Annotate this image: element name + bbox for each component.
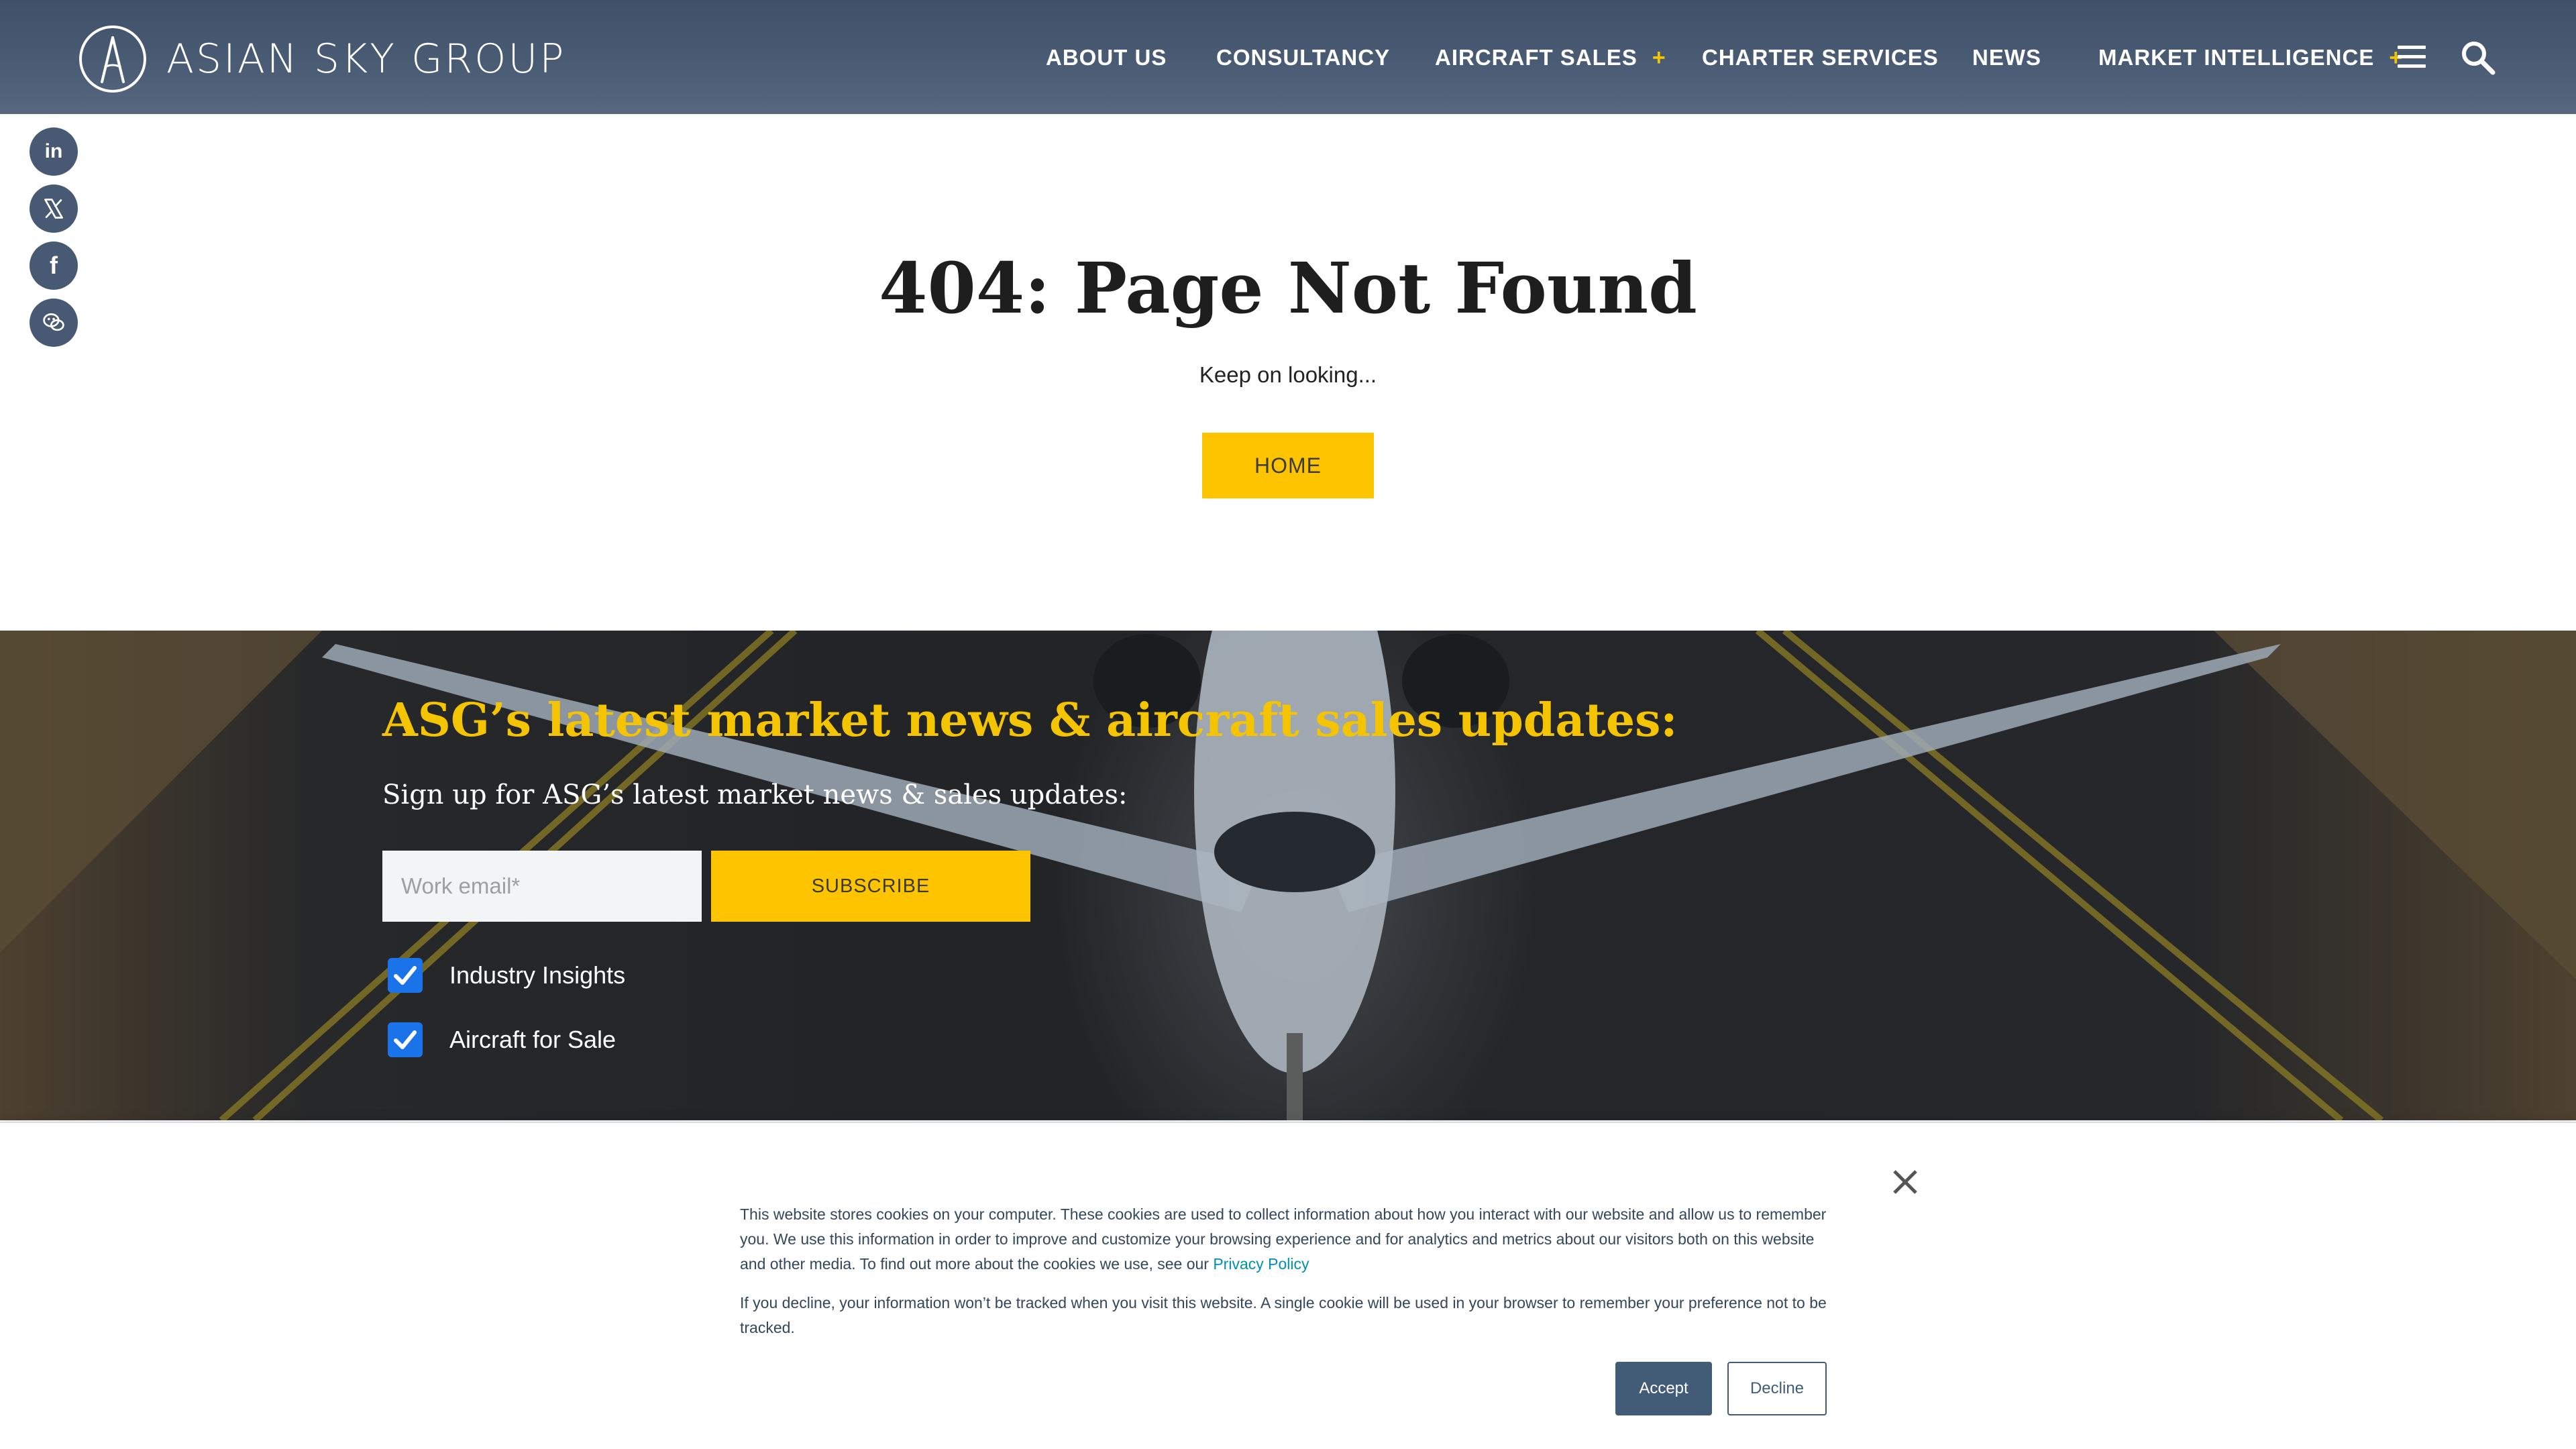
page-title: 404: Page Not Found bbox=[879, 247, 1697, 329]
industry-insights-label: Industry Insights bbox=[449, 961, 626, 989]
decline-cookies-button[interactable]: Decline bbox=[1727, 1362, 1827, 1415]
checkmark-icon bbox=[394, 1030, 417, 1049]
hamburger-menu-icon[interactable] bbox=[2398, 46, 2426, 68]
nav-aircraft-sales-label: AIRCRAFT SALES bbox=[1435, 45, 1638, 70]
page-subtitle: Keep on looking... bbox=[1199, 362, 1377, 387]
linkedin-glyph: in bbox=[44, 140, 63, 162]
cookie-decline-notice: If you decline, your information won’t b… bbox=[740, 1294, 1827, 1336]
aircraft-for-sale-checkbox[interactable] bbox=[388, 1022, 423, 1057]
newsletter-section: ASG’s latest market news & aircraft sale… bbox=[0, 631, 2576, 1120]
nav-market-intelligence-label: MARKET INTELLIGENCE bbox=[2098, 45, 2375, 70]
close-icon[interactable] bbox=[1889, 1166, 1921, 1198]
cookie-consent-banner: This website stores cookies on your comp… bbox=[0, 1122, 2576, 1449]
privacy-policy-link[interactable]: Privacy Policy bbox=[1213, 1255, 1309, 1273]
aircraft-for-sale-label: Aircraft for Sale bbox=[449, 1026, 616, 1053]
nav-about-us[interactable]: ABOUT US bbox=[1046, 42, 1167, 74]
checkmark-icon bbox=[394, 966, 417, 985]
nav-consultancy[interactable]: CONSULTANCY bbox=[1216, 42, 1390, 74]
home-button[interactable]: HOME bbox=[1202, 433, 1374, 498]
industry-insights-checkbox[interactable] bbox=[388, 958, 423, 993]
newsletter-subheading: Sign up for ASG’s latest market news & s… bbox=[382, 780, 1128, 810]
site-header: ASIAN SKY GROUP ABOUT US CONSULTANCY AIR… bbox=[0, 0, 2576, 114]
accept-cookies-button[interactable]: Accept bbox=[1615, 1362, 1712, 1415]
aircraft-for-sale-option[interactable]: Aircraft for Sale bbox=[388, 1021, 616, 1059]
cookie-notice-text: This website stores cookies on your comp… bbox=[740, 1202, 1827, 1277]
nav-market-intelligence[interactable]: MARKET INTELLIGENCE + bbox=[2098, 42, 2403, 74]
newsletter-heading: ASG’s latest market news & aircraft sale… bbox=[382, 694, 1678, 747]
work-email-input[interactable] bbox=[382, 851, 702, 922]
nav-aircraft-sales[interactable]: AIRCRAFT SALES + bbox=[1435, 42, 1666, 74]
nav-charter-services[interactable]: CHARTER SERVICES bbox=[1702, 42, 1939, 74]
x-icon[interactable] bbox=[30, 184, 78, 233]
search-icon[interactable] bbox=[2459, 39, 2497, 76]
nav-news[interactable]: NEWS bbox=[1972, 42, 2041, 74]
subscribe-button[interactable]: SUBSCRIBE bbox=[711, 851, 1030, 922]
linkedin-icon[interactable]: in bbox=[30, 127, 78, 176]
expand-plus-icon[interactable]: + bbox=[1652, 45, 1666, 70]
main-navigation: ABOUT US CONSULTANCY AIRCRAFT SALES + CHA… bbox=[0, 0, 2576, 114]
industry-insights-option[interactable]: Industry Insights bbox=[388, 957, 625, 994]
